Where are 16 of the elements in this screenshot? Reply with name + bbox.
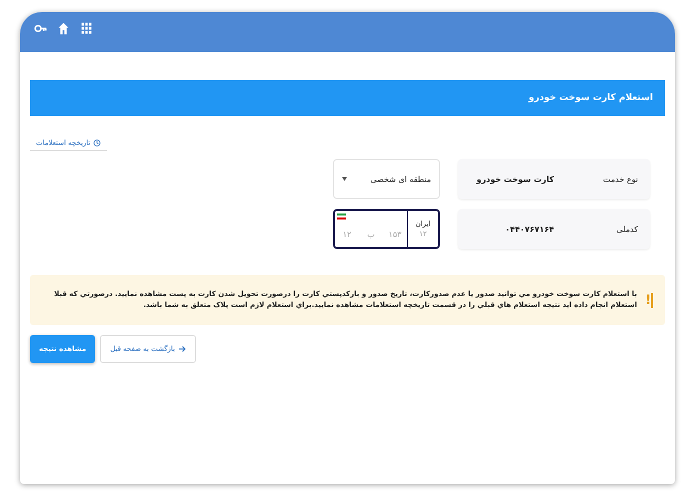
caret-icon: [342, 177, 347, 181]
clock-icon: [93, 139, 102, 147]
home-icon[interactable]: [57, 22, 70, 35]
grid-icon[interactable]: [80, 22, 93, 35]
plate-input[interactable]: ۱۲: [335, 211, 359, 247]
field-label: کدملی: [615, 224, 638, 234]
field-value: کارت سوخت خودرو: [476, 174, 554, 184]
plate-input[interactable]: ب: [359, 211, 383, 247]
key-icon[interactable]: [34, 22, 47, 35]
region-select[interactable]: منطقه ای شخصی: [333, 159, 440, 199]
arrow-icon: [178, 345, 186, 353]
plate-input[interactable]: ۱۵۳: [383, 211, 407, 247]
page-title: استعلام کارت سوخت خودرو: [30, 80, 665, 116]
field-label: نوع خدمت: [602, 174, 638, 184]
field-value: ۰۴۴۰۷۶۷۱۶۴: [505, 224, 554, 234]
flag-icon: [337, 213, 346, 220]
